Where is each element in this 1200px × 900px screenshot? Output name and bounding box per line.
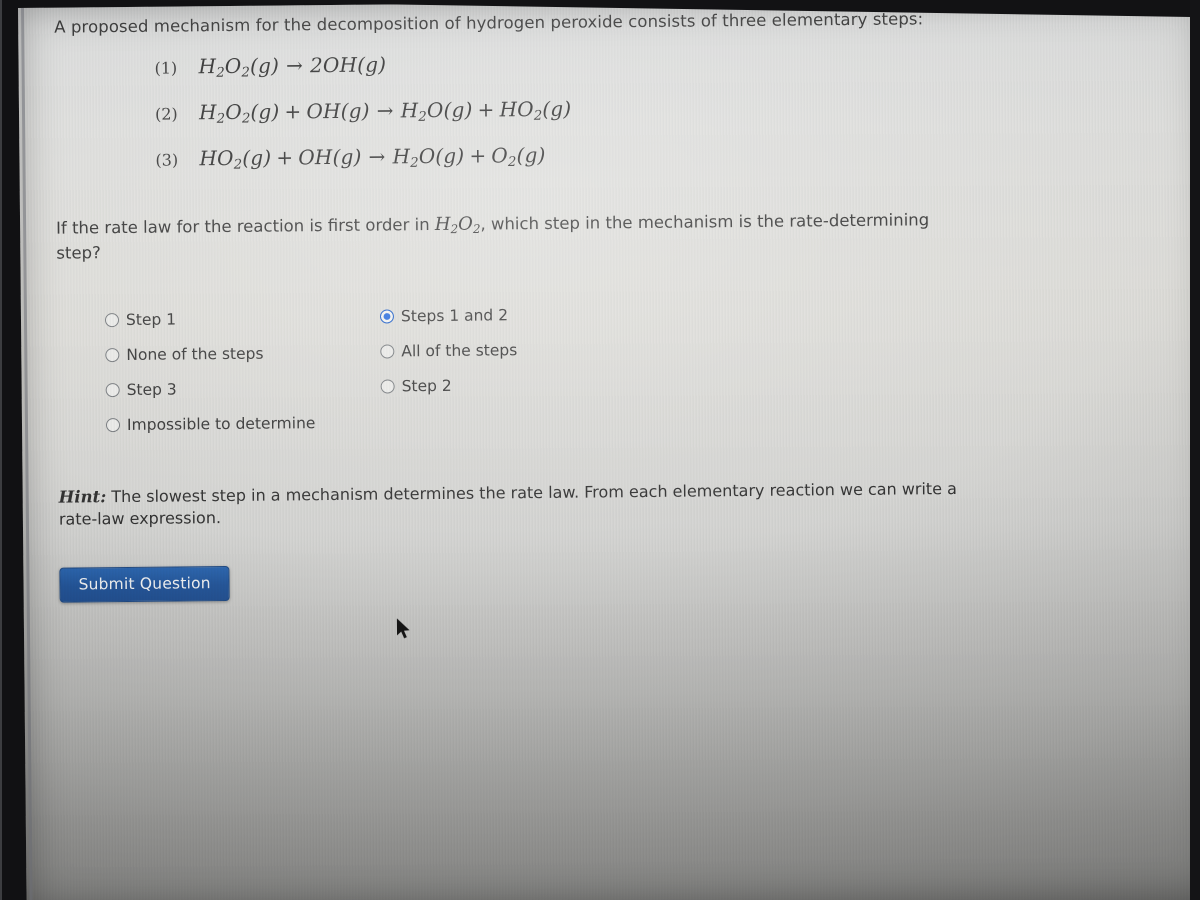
option-label-all-of-the-steps: All of the steps bbox=[401, 340, 518, 360]
screen-photo: A proposed mechanism for the decompositi… bbox=[0, 0, 1200, 900]
step-equation-1: H2O2(g) → 2OH(g) bbox=[198, 52, 387, 81]
step-number-3: (3) bbox=[155, 150, 179, 170]
option-label-step-3: Step 3 bbox=[126, 380, 177, 399]
option-label-step-2: Step 2 bbox=[401, 376, 452, 395]
option-steps-1-and-2[interactable]: Steps 1 and 2 bbox=[379, 305, 509, 325]
option-all-of-the-steps[interactable]: All of the steps bbox=[380, 341, 517, 360]
submit-question-button[interactable]: Submit Question bbox=[59, 565, 230, 603]
quiz-question-panel: A proposed mechanism for the decompositi… bbox=[54, 6, 1060, 603]
monitor-bezel-right bbox=[1190, 0, 1200, 900]
option-label-impossible-to-determine: Impossible to determine bbox=[126, 413, 316, 434]
step-equation-2: H2O2(g) + OH(g) → H2O(g) + HO2(g) bbox=[198, 96, 572, 127]
screen-left-edge-line bbox=[20, 7, 33, 900]
radio-icon-steps-1-and-2[interactable] bbox=[379, 308, 395, 324]
mechanism-step-3: (3) HO2(g) + OH(g) → H2O(g) + O2(g) bbox=[55, 138, 1055, 194]
hint-text: Hint: The slowest step in a mechanism de… bbox=[59, 477, 959, 532]
radio-icon-step-3[interactable] bbox=[105, 382, 120, 397]
option-impossible-to-determine[interactable]: Impossible to determine bbox=[105, 413, 316, 434]
radio-icon-all-of-the-steps[interactable] bbox=[380, 343, 395, 359]
option-none-of-the-steps[interactable]: None of the steps bbox=[105, 344, 264, 364]
radio-icon-none-of-the-steps[interactable] bbox=[105, 347, 120, 362]
radio-icon-step-1[interactable] bbox=[104, 312, 120, 327]
option-label-step-1: Step 1 bbox=[125, 310, 177, 329]
display-surface: A proposed mechanism for the decompositi… bbox=[18, 0, 1200, 900]
monitor-bezel-left bbox=[0, 0, 2, 900]
mouse-pointer-icon bbox=[396, 618, 410, 639]
inline-formula-h2o2: H2O2 bbox=[434, 213, 481, 237]
step-number-1: (1) bbox=[154, 58, 178, 78]
option-label-none-of-the-steps: None of the steps bbox=[126, 344, 264, 364]
step-equation-3: HO2(g) + OH(g) → H2O(g) + O2(g) bbox=[199, 142, 546, 173]
mechanism-step-list: (1) H2O2(g) → 2OH(g) (2) H2O2(g) + OH(g) → H2O… bbox=[54, 46, 1055, 194]
step-number-2: (2) bbox=[154, 104, 178, 124]
radio-icon-impossible-to-determine[interactable] bbox=[105, 417, 121, 432]
option-step-1[interactable]: Step 1 bbox=[104, 310, 177, 329]
hint-body: The slowest step in a mechanism determin… bbox=[58, 478, 957, 529]
option-label-steps-1-and-2: Steps 1 and 2 bbox=[400, 305, 509, 325]
radio-icon-step-2[interactable] bbox=[380, 378, 395, 394]
option-step-2[interactable]: Step 2 bbox=[380, 376, 452, 395]
question-prompt-part1: If the rate law for the reaction is firs… bbox=[56, 214, 435, 238]
answer-options-group[interactable]: Step 1 None of the steps Step 3 Impossib… bbox=[104, 305, 666, 440]
hint-label: Hint: bbox=[58, 486, 107, 507]
question-prompt: If the rate law for the reaction is firs… bbox=[56, 207, 976, 265]
option-step-3[interactable]: Step 3 bbox=[105, 380, 177, 399]
